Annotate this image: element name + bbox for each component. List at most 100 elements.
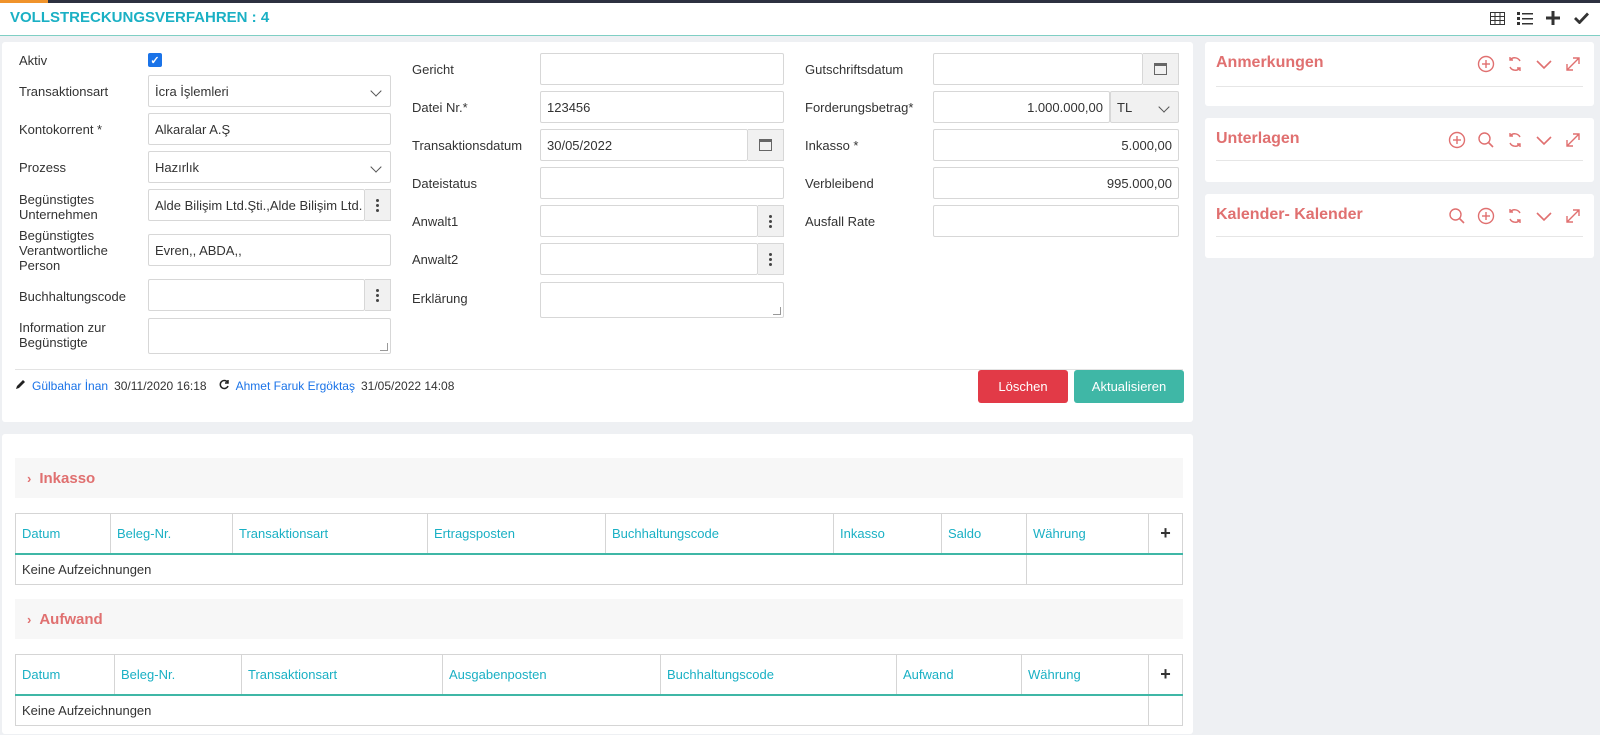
information-textarea[interactable] — [148, 318, 391, 354]
dateistatus-field[interactable] — [540, 167, 784, 199]
more-options-icon[interactable] — [365, 279, 391, 311]
table-cell — [1026, 553, 1183, 585]
column-header[interactable]: Transaktionsart — [232, 513, 428, 555]
forderungsbetrag-field[interactable]: 1.000.000,00 — [933, 91, 1110, 123]
column-header[interactable]: Inkasso — [833, 513, 942, 555]
updated-by-link[interactable]: Ahmet Faruk Ergöktaş — [236, 379, 355, 393]
more-options-icon[interactable] — [758, 243, 784, 275]
verbleibend-field[interactable]: 995.000,00 — [933, 167, 1179, 199]
erklaerung-label: Erklärung — [412, 291, 468, 306]
aufwand-section-header[interactable]: › Aufwand — [15, 599, 1183, 639]
gericht-field[interactable] — [540, 53, 784, 85]
expand-icon[interactable] — [1563, 206, 1582, 225]
transactions-panel: › Inkasso Datum Beleg-Nr. Transaktionsar… — [2, 434, 1193, 734]
inkasso-label: Inkasso * — [805, 138, 859, 153]
label-line: Begünstigtes — [19, 228, 95, 243]
label-line: Begünstigte — [19, 335, 88, 350]
collapse-icon[interactable] — [1534, 54, 1553, 73]
add-row-icon[interactable]: + — [1148, 513, 1183, 555]
section-title: Aufwand — [39, 610, 103, 628]
column-header[interactable]: Datum — [15, 654, 115, 696]
prozess-select[interactable]: Hazırlık — [148, 151, 391, 183]
top-accent-strip — [0, 0, 48, 3]
search-icon[interactable] — [1447, 206, 1466, 225]
column-header[interactable]: Beleg-Nr. — [114, 654, 242, 696]
more-options-icon[interactable] — [365, 189, 391, 221]
column-header[interactable]: Saldo — [941, 513, 1027, 555]
inkasso-field[interactable]: 5.000,00 — [933, 129, 1179, 161]
gericht-label: Gericht — [412, 62, 454, 77]
empty-message: Keine Aufzeichnungen — [15, 553, 1027, 585]
buchhaltungscode-label: Buchhaltungscode — [19, 289, 126, 304]
buchhaltungscode-field[interactable] — [148, 279, 365, 311]
transaktionsdatum-field[interactable]: 30/05/2022 — [540, 129, 748, 161]
calendar-icon[interactable] — [748, 129, 784, 161]
anwalt2-field[interactable] — [540, 243, 758, 275]
add-icon[interactable] — [1476, 54, 1495, 73]
transaktionsart-select[interactable]: İcra İşlemleri — [148, 75, 391, 107]
label-line: Verantwortliche — [19, 243, 108, 258]
gutschriftsdatum-label: Gutschriftsdatum — [805, 62, 904, 77]
beguenstigtes-person-field[interactable]: Evren,, ABDA,, — [148, 234, 391, 266]
list-icon[interactable] — [1516, 9, 1534, 27]
currency-select[interactable]: TL — [1110, 91, 1179, 123]
header-toolbar — [1488, 9, 1590, 27]
anwalt1-field[interactable] — [540, 205, 758, 237]
label-line: Unternehmen — [19, 207, 98, 222]
empty-message: Keine Aufzeichnungen — [15, 694, 1149, 726]
panel-toolbar — [1447, 206, 1582, 225]
column-header[interactable]: Buchhaltungscode — [605, 513, 834, 555]
label-line: Person — [19, 258, 61, 273]
datei-nr-field[interactable]: 123456 — [540, 91, 784, 123]
beguenstigtes-unternehmen-field[interactable]: Alde Bilişim Ltd.Şti.,Alde Bilişim Ltd. — [148, 189, 365, 221]
erklaerung-textarea[interactable] — [540, 282, 784, 318]
check-icon[interactable] — [1572, 9, 1590, 27]
audit-info: Gülbahar İnan 30/11/2020 16:18 Ahmet Far… — [15, 379, 454, 393]
column-header[interactable]: Währung — [1021, 654, 1149, 696]
column-header[interactable]: Datum — [15, 513, 111, 555]
column-header[interactable]: Beleg-Nr. — [110, 513, 233, 555]
aktiv-label: Aktiv — [19, 53, 48, 68]
column-header[interactable]: Buchhaltungscode — [660, 654, 897, 696]
refresh-icon[interactable] — [1505, 130, 1524, 149]
panel-title: Unterlagen — [1216, 130, 1300, 147]
column-header[interactable]: Währung — [1026, 513, 1149, 555]
search-icon[interactable] — [1476, 130, 1495, 149]
expand-icon[interactable] — [1563, 54, 1582, 73]
inkasso-section-header[interactable]: › Inkasso — [15, 458, 1183, 498]
kontokorrent-field[interactable]: Alkaralar A.Ş — [148, 113, 391, 145]
expand-icon[interactable] — [1563, 130, 1582, 149]
panel-divider — [1216, 236, 1583, 237]
collapse-icon[interactable] — [1534, 206, 1553, 225]
ausfall-rate-field[interactable] — [933, 205, 1179, 237]
update-button[interactable]: Aktualisieren — [1074, 370, 1184, 403]
updated-at: 31/05/2022 14:08 — [360, 379, 455, 393]
transaktionsdatum-label: Transaktionsdatum — [412, 138, 523, 153]
table-row: Keine Aufzeichnungen — [15, 694, 1183, 726]
add-icon[interactable] — [1447, 130, 1466, 149]
column-header[interactable]: Ertragsposten — [427, 513, 606, 555]
collapse-icon[interactable] — [1534, 130, 1553, 149]
refresh-icon[interactable] — [1505, 206, 1524, 225]
column-header[interactable]: Aufwand — [896, 654, 1022, 696]
calendar-icon[interactable] — [1143, 53, 1179, 85]
add-icon[interactable] — [1476, 206, 1495, 225]
refresh-icon[interactable] — [1505, 54, 1524, 73]
chevron-right-icon: › — [27, 611, 32, 627]
section-title: Inkasso — [39, 469, 96, 487]
delete-button[interactable]: Löschen — [978, 370, 1068, 403]
plus-icon[interactable] — [1544, 9, 1562, 27]
column-header[interactable]: Ausgabenposten — [442, 654, 661, 696]
created-by-link[interactable]: Gülbahar İnan — [32, 379, 108, 393]
beguenstigtes-unternehmen-label: Begünstigtes Unternehmen — [19, 192, 98, 222]
column-header[interactable]: Transaktionsart — [241, 654, 443, 696]
more-options-icon[interactable] — [758, 205, 784, 237]
aufwand-table: Datum Beleg-Nr. Transaktionsart Ausgaben… — [15, 654, 1183, 726]
anwalt2-label: Anwalt2 — [412, 252, 459, 267]
gutschriftsdatum-field[interactable] — [933, 53, 1143, 85]
dateistatus-label: Dateistatus — [412, 176, 478, 191]
aktiv-checkbox[interactable]: ✓ — [148, 53, 162, 67]
table-icon[interactable] — [1488, 9, 1506, 27]
add-row-icon[interactable]: + — [1148, 654, 1183, 696]
ausfall-rate-label: Ausfall Rate — [805, 214, 876, 229]
